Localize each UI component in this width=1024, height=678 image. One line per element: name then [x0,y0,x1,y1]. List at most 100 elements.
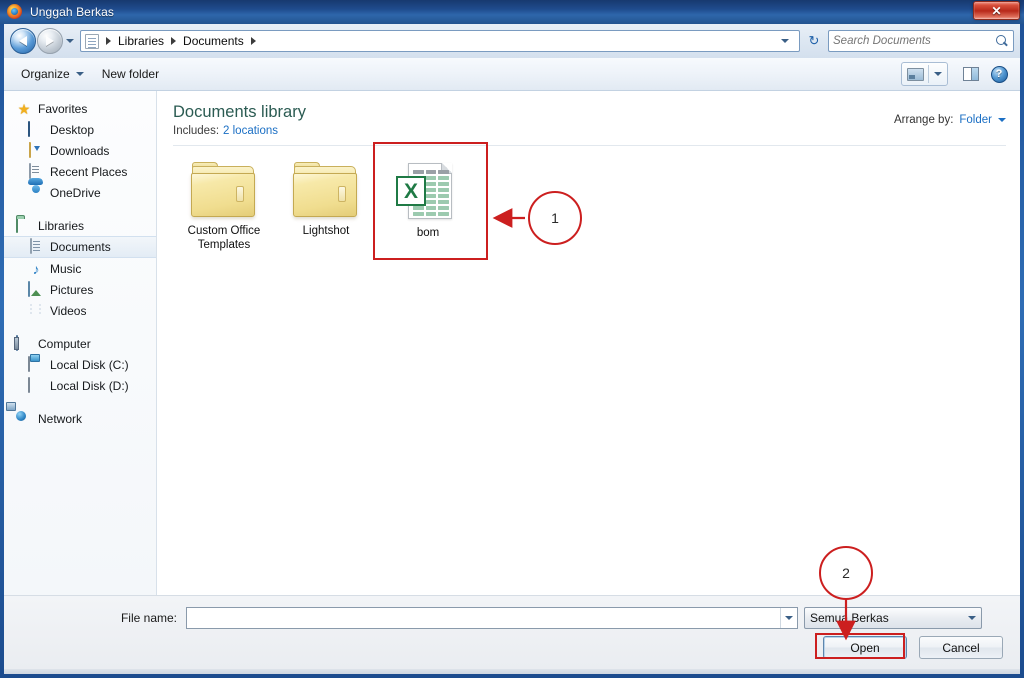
address-bar[interactable]: Libraries Documents [80,30,800,52]
cancel-button[interactable]: Cancel [919,636,1003,659]
navigation-sidebar[interactable]: ★ Favorites Desktop Downloads Recent Pla… [4,91,157,595]
sidebar-item-libraries[interactable]: Libraries [4,215,156,236]
sidebar-item-recent-places[interactable]: Recent Places [4,161,156,182]
history-dropdown-button[interactable] [63,28,77,54]
locations-link[interactable]: 2 locations [223,125,278,137]
preview-pane-icon [963,67,979,81]
address-dropdown-icon[interactable] [773,39,797,43]
breadcrumb-documents[interactable]: Documents [180,32,247,50]
nav-group-favorites: ★ Favorites Desktop Downloads Recent Pla… [4,98,156,203]
file-name-dropdown-button[interactable] [780,608,797,628]
sidebar-item-videos[interactable]: Videos [4,300,156,321]
excel-file-icon: X [394,162,462,220]
sidebar-item-onedrive[interactable]: OneDrive [4,182,156,203]
caret-down-icon [75,72,84,76]
sidebar-item-desktop[interactable]: Desktop [4,119,156,140]
new-folder-button[interactable]: New folder [93,63,168,85]
file-item-bom[interactable]: X bom [377,156,479,256]
caret-down-icon [968,616,976,620]
network-icon [16,411,32,427]
search-box[interactable] [828,30,1014,52]
excel-x-glyph: X [396,176,426,206]
breadcrumb-libraries[interactable]: Libraries [115,32,167,50]
sidebar-label: Network [38,411,83,426]
arrange-by-value[interactable]: Folder [959,114,992,126]
nav-group-network: Network [4,408,156,429]
file-name-input[interactable] [187,608,780,628]
arrange-by-label: Arrange by: [893,114,954,126]
forward-button[interactable] [37,28,63,54]
file-list-pane[interactable]: Documents library Includes: 2 locations A… [157,91,1020,595]
folder-icon [292,162,360,218]
window-controls: ✕ [973,1,1020,20]
page-title: Documents library [173,103,306,121]
sidebar-item-network[interactable]: Network [4,408,156,429]
file-grid: Custom Office Templates Lightshot X bom [157,146,1020,256]
sidebar-label: Libraries [38,218,85,233]
view-mode-button[interactable] [902,63,928,86]
file-type-value: Semua Berkas [810,611,889,625]
sidebar-label: Computer [38,336,91,351]
sidebar-label: Music [50,261,82,276]
preview-pane-button[interactable] [958,63,984,86]
libraries-icon [16,216,32,234]
videos-icon [28,303,44,319]
library-header: Documents library Includes: 2 locations A… [157,91,1020,137]
file-label: Custom Office Templates [187,225,261,251]
nav-group-libraries: Libraries Documents ♪ Music Pictures Vid… [4,215,156,321]
documents-icon [28,238,44,255]
dialog-buttons: Open Cancel [823,636,1003,659]
sidebar-label: Recent Places [50,164,128,179]
sidebar-item-local-disk-c[interactable]: Local Disk (C:) [4,354,156,375]
breadcrumb-separator-icon [171,37,177,45]
refresh-button[interactable]: ↻ [803,30,825,52]
back-button[interactable] [10,28,36,54]
chevron-down-icon [934,72,942,76]
music-note-icon: ♪ [32,260,40,277]
sidebar-label: Downloads [50,143,110,158]
breadcrumb-separator-icon [250,37,256,45]
downloads-icon [28,141,44,159]
sidebar-label: Videos [50,303,87,318]
help-button[interactable]: ? [986,63,1012,86]
toolbar: Organize New folder ? [4,58,1020,91]
library-includes: Includes: 2 locations [173,125,306,137]
view-mode-group[interactable] [901,62,948,86]
pictures-icon [28,280,44,298]
annotation-marker-2: 2 [819,546,873,600]
organize-button[interactable]: Organize [12,63,93,85]
organize-label: Organize [21,67,70,81]
file-item-custom-office-templates[interactable]: Custom Office Templates [173,156,275,256]
file-name-row: File name: Semua Berkas [4,607,1020,629]
close-button[interactable]: ✕ [973,1,1020,20]
sidebar-item-favorites[interactable]: ★ Favorites [4,98,156,119]
sidebar-label: Desktop [50,122,95,137]
sidebar-item-music[interactable]: ♪ Music [4,258,156,279]
view-mode-dropdown[interactable] [929,63,947,86]
system-drive-icon [28,355,44,373]
sidebar-item-downloads[interactable]: Downloads [4,140,156,161]
breadcrumb-separator-icon [106,37,111,45]
arrange-by-control[interactable]: Arrange by: Folder [894,102,1006,126]
new-folder-label: New folder [101,67,160,81]
sidebar-item-computer[interactable]: Computer [4,333,156,354]
open-button[interactable]: Open [823,636,907,659]
file-name-combobox[interactable] [186,607,798,629]
includes-label: Includes: [173,125,220,137]
file-item-lightshot[interactable]: Lightshot [275,156,377,256]
folder-icon [190,162,258,218]
file-type-select[interactable]: Semua Berkas [804,607,982,629]
search-input[interactable] [833,35,996,47]
dialog-body: ★ Favorites Desktop Downloads Recent Pla… [4,91,1020,595]
status-bar [4,669,1020,674]
window-title: Unggah Berkas [30,5,115,19]
annotation-marker-1: 1 [528,191,582,245]
sidebar-item-pictures[interactable]: Pictures [4,279,156,300]
nav-group-computer: Computer Local Disk (C:) Local Disk (D:) [4,333,156,396]
computer-icon [16,334,32,352]
document-icon [85,33,99,49]
sidebar-item-documents[interactable]: Documents [4,236,156,258]
firefox-icon [7,4,23,20]
star-icon: ★ [17,100,31,117]
sidebar-item-local-disk-d[interactable]: Local Disk (D:) [4,375,156,396]
